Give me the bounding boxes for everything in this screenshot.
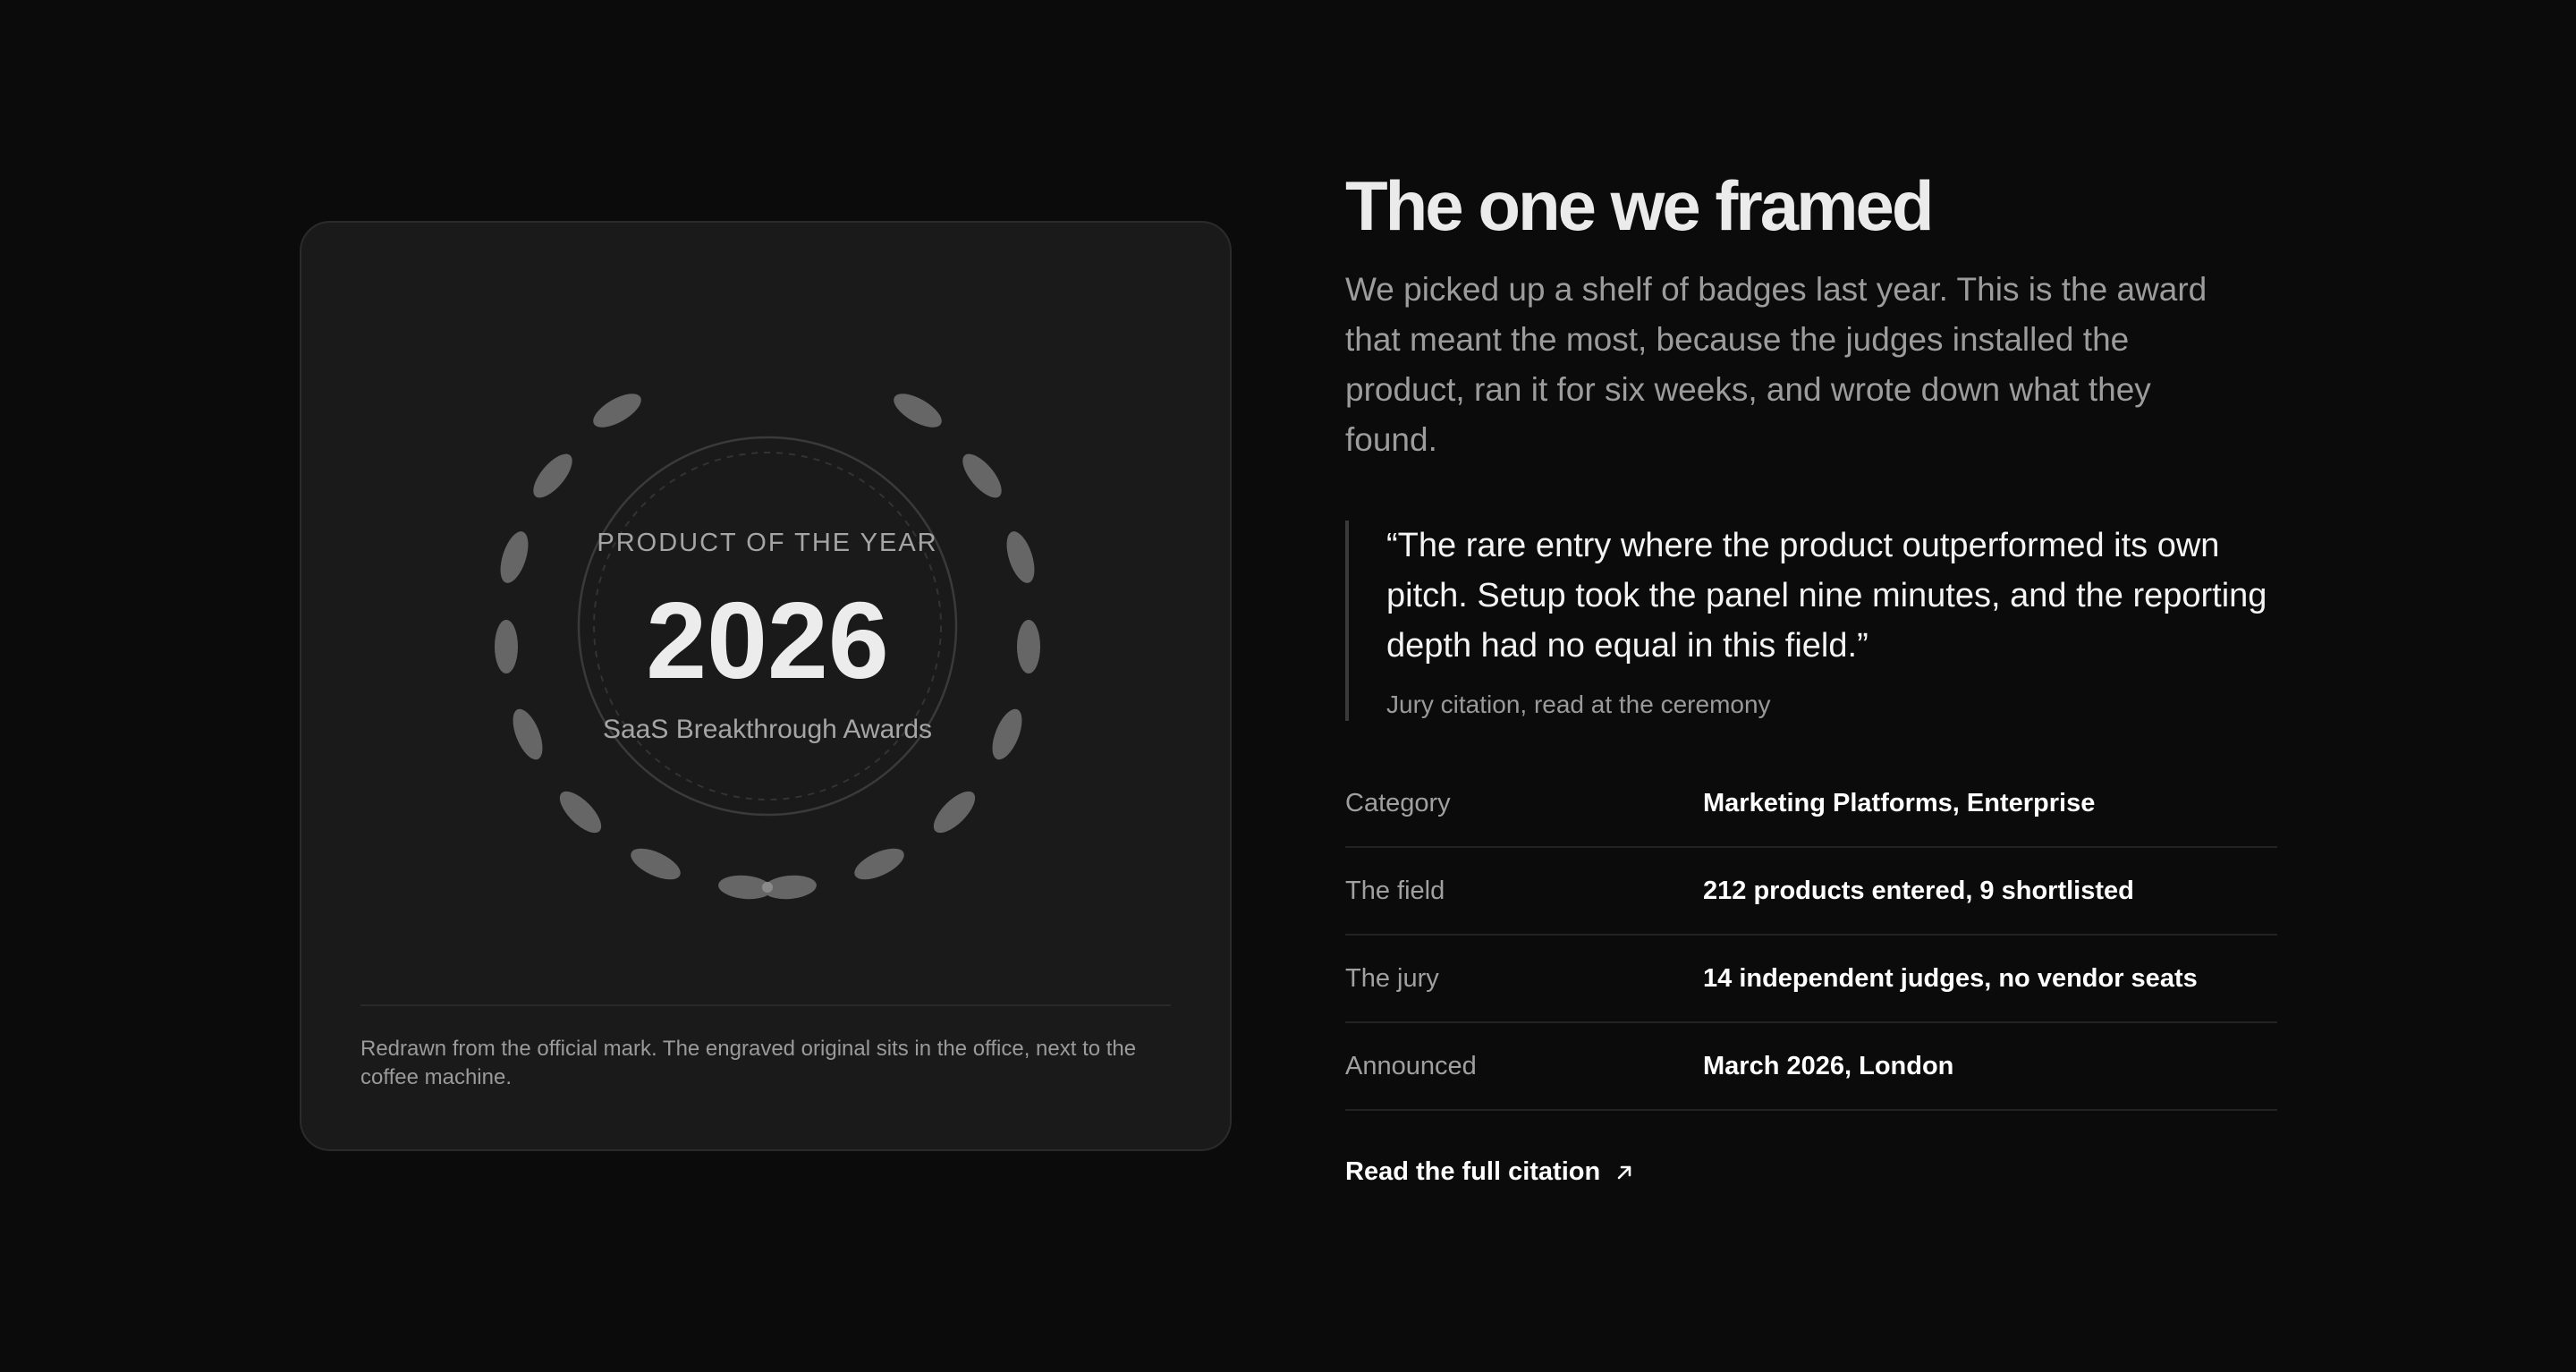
quote-text: “The rare entry where the product outper… bbox=[1386, 527, 2267, 665]
card-divider bbox=[360, 1004, 1171, 1006]
section-heading: The one we framed bbox=[1345, 166, 1935, 245]
fact-label: The jury bbox=[1345, 963, 1439, 993]
card-note: Redrawn from the official mark. The engr… bbox=[360, 1037, 1137, 1089]
award-card: PRODUCT OF THE YEAR 2026 SaaS Breakthrou… bbox=[300, 221, 1232, 1151]
fact-label: The field bbox=[1345, 876, 1445, 905]
read-full-citation-link[interactable]: Read the full citation bbox=[1345, 1157, 1634, 1187]
arrow-up-right-icon bbox=[1617, 1165, 1631, 1179]
fact-label: Category bbox=[1345, 788, 1451, 817]
fact-row-field: The field 212 products entered, 9 shortl… bbox=[1345, 848, 2277, 936]
badge-title: PRODUCT OF THE YEAR bbox=[597, 529, 937, 557]
facts-list: Category Marketing Platforms, Enterprise… bbox=[1345, 760, 2277, 1111]
cta-label: Read the full citation bbox=[1345, 1157, 1601, 1186]
award-badge: PRODUCT OF THE YEAR 2026 SaaS Breakthrou… bbox=[495, 394, 1040, 900]
fact-value: Marketing Platforms, Enterprise bbox=[1703, 788, 2096, 817]
quote-source: Jury citation, read at the ceremony bbox=[1386, 690, 1771, 718]
badge-subtitle: SaaS Breakthrough Awards bbox=[603, 715, 932, 744]
fact-row-jury: The jury 14 independent judges, no vendo… bbox=[1345, 936, 2277, 1023]
fact-row-announced: Announced March 2026, London bbox=[1345, 1023, 2277, 1111]
badge-year: 2026 bbox=[646, 580, 888, 701]
jury-quote: “The rare entry where the product outper… bbox=[1345, 521, 2277, 721]
fact-value: 14 independent judges, no vendor seats bbox=[1703, 963, 2198, 993]
section-intro: We picked up a shelf of badges last year… bbox=[1345, 271, 2207, 458]
fact-value: March 2026, London bbox=[1703, 1051, 1954, 1080]
award-details: The one we framed We picked up a shelf o… bbox=[1345, 161, 2277, 1187]
fact-value: 212 products entered, 9 shortlisted bbox=[1703, 876, 2134, 905]
fact-label: Announced bbox=[1345, 1051, 1477, 1080]
fact-row-category: Category Marketing Platforms, Enterprise bbox=[1345, 760, 2277, 848]
